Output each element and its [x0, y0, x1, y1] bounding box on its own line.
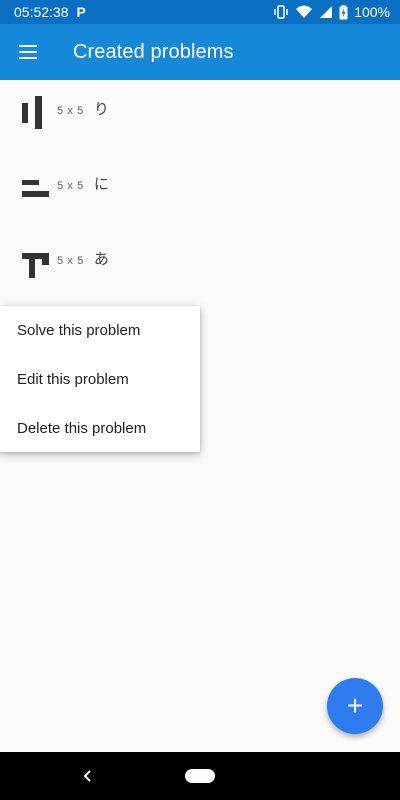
- wifi-icon: [296, 5, 313, 18]
- solve-problem-menu-item[interactable]: Solve this problem: [0, 306, 200, 355]
- puzzle-thumbnail-icon: [22, 245, 50, 279]
- problem-name: に: [93, 176, 109, 193]
- puzzle-thumbnail-icon: [22, 95, 44, 129]
- problem-size: 5 x 5: [57, 255, 84, 267]
- status-bar: 05:52:38 P 100%: [0, 0, 400, 24]
- page-title: Created problems: [73, 40, 234, 63]
- battery-percent: 100%: [354, 4, 390, 20]
- status-time: 05:52:38: [14, 4, 69, 20]
- home-pill-icon[interactable]: [185, 769, 215, 783]
- problem-size: 5 x 5: [57, 180, 84, 192]
- add-problem-button[interactable]: +: [327, 678, 383, 734]
- problem-list-item[interactable]: 5 x 5 り: [0, 80, 400, 155]
- add-icon: +: [346, 690, 364, 721]
- hamburger-menu-icon[interactable]: [0, 24, 56, 80]
- notification-p-icon: P: [76, 4, 86, 20]
- back-icon[interactable]: [80, 764, 96, 788]
- vibrate-icon: [274, 5, 288, 19]
- problem-name: あ: [93, 251, 109, 268]
- app-bar: Created problems: [0, 24, 400, 80]
- problem-name: り: [93, 101, 109, 118]
- context-menu: Solve this problem Edit this problem Del…: [0, 306, 200, 452]
- puzzle-thumbnail-icon: [22, 170, 50, 204]
- navigation-bar: [0, 752, 400, 800]
- battery-charging-icon: [339, 4, 348, 19]
- problem-list: 5 x 5 り 5 x 5 に 5 x 5 あ: [0, 80, 400, 305]
- edit-problem-menu-item[interactable]: Edit this problem: [0, 355, 200, 404]
- delete-problem-menu-item[interactable]: Delete this problem: [0, 404, 200, 453]
- problem-list-item[interactable]: 5 x 5 あ: [0, 230, 400, 305]
- problem-list-item[interactable]: 5 x 5 に: [0, 155, 400, 230]
- signal-icon: [320, 6, 333, 18]
- status-right: 100%: [273, 4, 390, 20]
- status-left: 05:52:38 P: [14, 4, 86, 20]
- problem-size: 5 x 5: [57, 105, 84, 117]
